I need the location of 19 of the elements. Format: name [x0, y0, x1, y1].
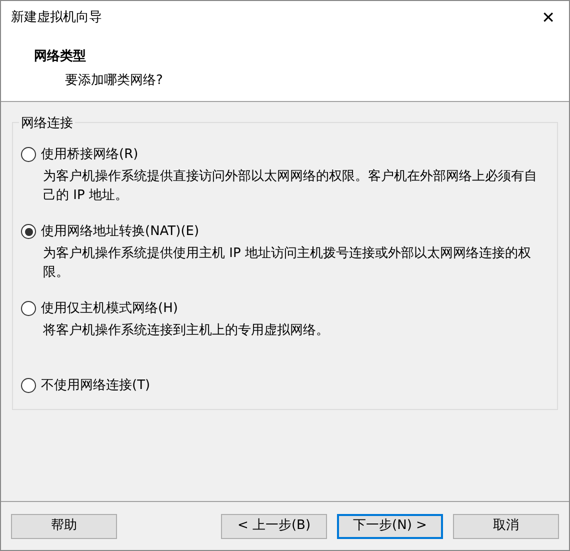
radio-label[interactable]: 不使用网络连接(T): [41, 376, 150, 396]
option-description: 将客户机操作系统连接到主机上的专用虚拟网络。: [43, 322, 329, 338]
option-description: 为客户机操作系统提供使用主机 IP 地址访问主机拨号连接或外部以太网网络连接的权限。: [43, 246, 531, 280]
dialog-button[interactable]: 下一步(N) >: [337, 514, 443, 538]
radio-label[interactable]: 使用桥接网络(R): [41, 145, 138, 164]
dialog-button[interactable]: 帮助: [11, 514, 117, 538]
radio-label[interactable]: 使用仅主机模式网络(H): [41, 299, 178, 318]
option-description: 为客户机操作系统提供直接访问外部以太网网络的权限。客户机在外部网络上必须有自己的 IP 地址。: [43, 168, 537, 202]
close-button[interactable]: ✕: [538, 8, 559, 28]
radio-button[interactable]: [21, 224, 36, 240]
radio-button[interactable]: [21, 301, 36, 316]
window-title: 新建虚拟机向导: [11, 9, 102, 28]
page-subtitle: 要添加哪类网络?: [64, 72, 163, 90]
radio-label[interactable]: 使用网络地址转换(NAT)(E): [41, 222, 200, 242]
radio-button[interactable]: [21, 147, 36, 162]
dialog-button[interactable]: 取消: [453, 514, 559, 538]
radio-button[interactable]: [21, 378, 36, 394]
page-title: 网络类型: [34, 48, 86, 66]
dialog-button[interactable]: < 上一步(B): [221, 514, 327, 538]
